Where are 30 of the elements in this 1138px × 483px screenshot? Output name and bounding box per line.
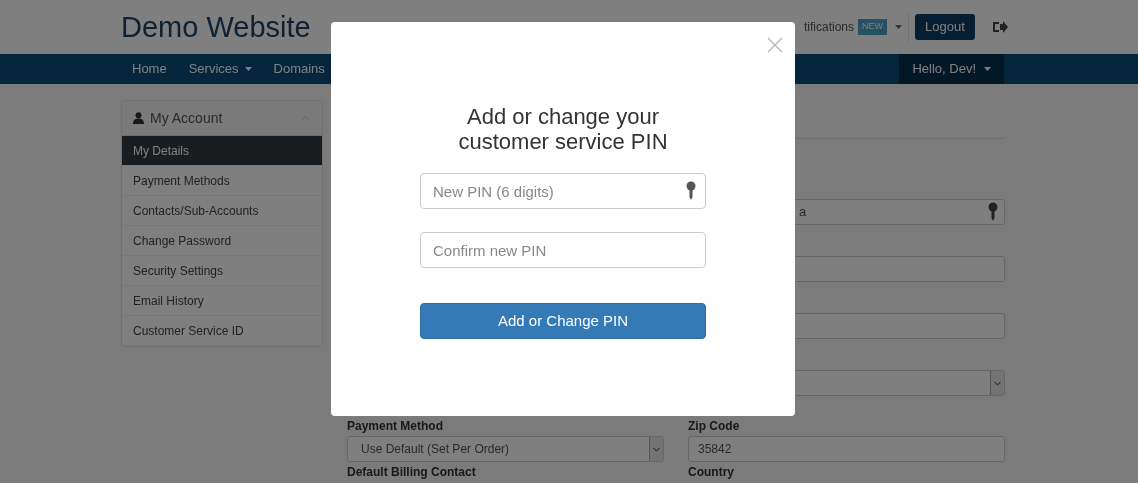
nav-link[interactable]: Services	[177, 54, 263, 84]
field-label: Country	[688, 465, 735, 479]
caret-icon	[244, 67, 252, 71]
chevron-down-icon	[994, 380, 1001, 386]
user-icon	[133, 112, 144, 124]
dropdown-toggle[interactable]	[990, 371, 1004, 395]
dialog-title: Add or change your customer service PIN	[457, 104, 669, 154]
input-field[interactable]: Confirm new PIN	[420, 232, 706, 268]
caret-icon	[895, 25, 902, 29]
nav-link[interactable]: Home	[121, 54, 178, 84]
field-label: Zip Code	[688, 419, 741, 433]
field-label: Default Billing Contact	[347, 465, 477, 479]
new-badge: NEW	[858, 19, 887, 35]
chevron-down-icon	[653, 446, 660, 452]
user-menu[interactable]: Hello, Dev!	[899, 54, 1004, 84]
sign-out-icon[interactable]	[992, 20, 1008, 34]
key-icon	[988, 202, 998, 222]
field-label: Payment Method	[347, 419, 444, 433]
panel-title: My Account	[150, 108, 223, 128]
site-logo[interactable]: Demo Website	[121, 12, 311, 42]
key-icon	[686, 181, 696, 201]
notifications-link[interactable]: tifications	[803, 18, 854, 36]
input-field[interactable]: 35842	[688, 436, 1005, 462]
dropdown-toggle[interactable]	[649, 437, 663, 461]
sidebar-item[interactable]: My Details	[122, 136, 322, 166]
logout-button[interactable]: Logout	[915, 14, 975, 40]
caret-icon	[984, 67, 991, 71]
input-field[interactable]: New PIN (6 digits)	[420, 173, 706, 209]
submit-button[interactable]: Add or Change PIN	[420, 303, 706, 339]
select-field[interactable]: Use Default (Set Per Order)	[347, 436, 664, 462]
